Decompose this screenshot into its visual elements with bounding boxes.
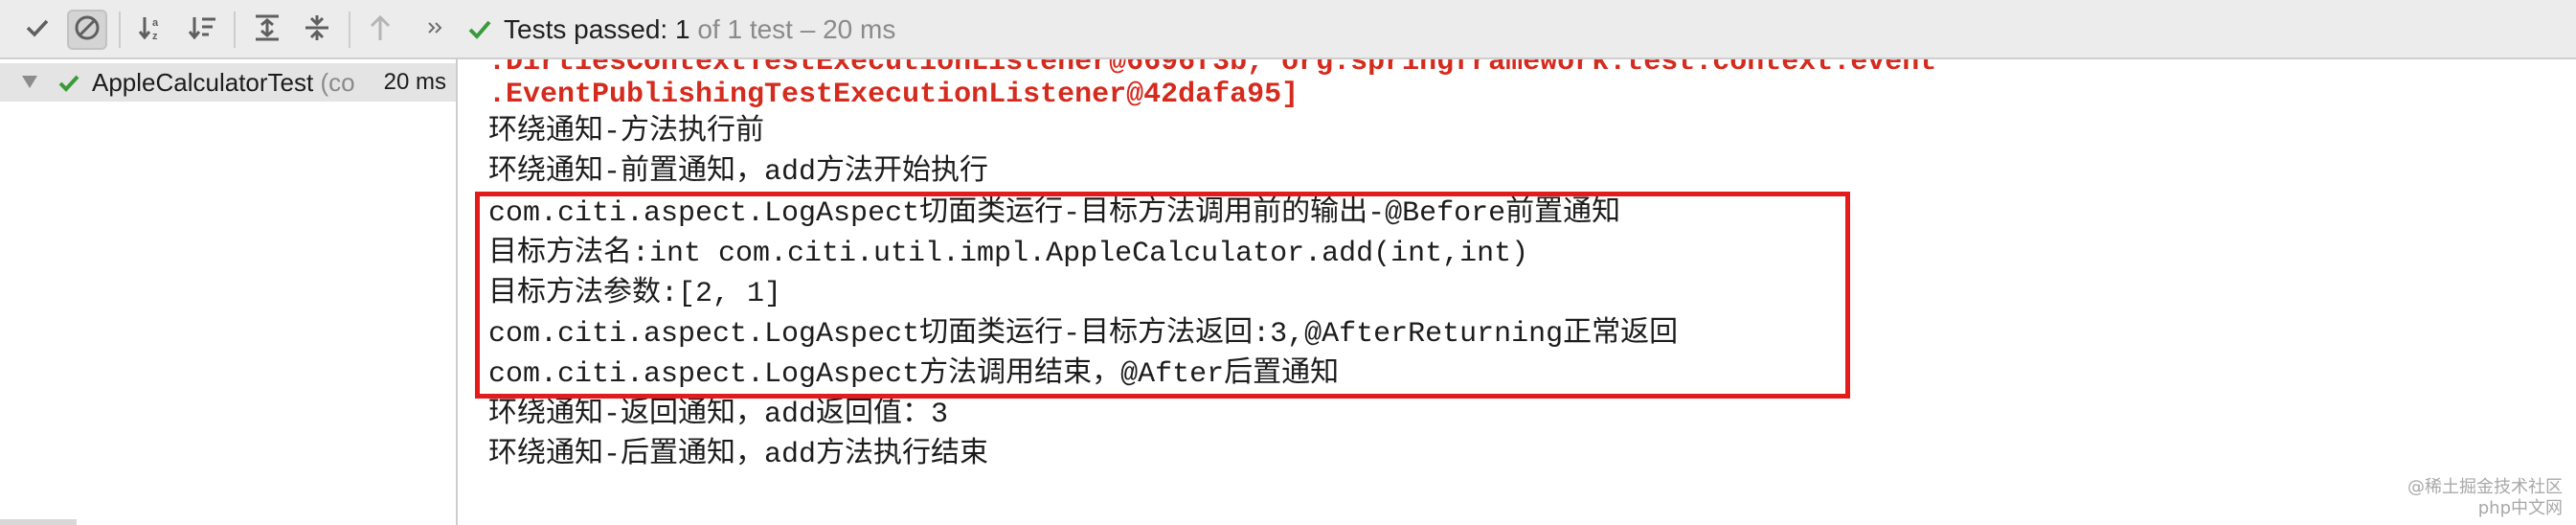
show-ignored-button[interactable] — [67, 10, 107, 50]
scrollbar[interactable] — [0, 519, 77, 525]
show-passed-button[interactable] — [17, 10, 57, 50]
watermark: @稀土掘金技术社区 php中文网 — [2407, 477, 2563, 519]
show-passed-icon — [24, 14, 51, 46]
sort-alphabetically-icon: az — [137, 13, 168, 47]
status-dash: – — [800, 14, 816, 44]
console-line: .EventPublishingTestExecutionListener@42… — [488, 79, 1299, 111]
console-output: .DirtiesContextTestExecutionListener@669… — [460, 59, 2576, 525]
test-duration: 20 ms — [375, 63, 446, 102]
console-line: 环绕通知-方法执行前 — [488, 116, 765, 148]
previous-failed-button[interactable] — [360, 10, 400, 50]
test-tree-panel: AppleCalculatorTest (co 20 ms — [0, 59, 458, 525]
console-line: 环绕通知-后置通知，add方法执行结束 — [488, 439, 989, 471]
console-line: 环绕通知-返回通知，add返回值：3 — [488, 399, 949, 431]
toolbar-separator — [234, 11, 236, 48]
test-class-label: AppleCalculatorTest — [92, 68, 314, 97]
show-ignored-icon — [73, 13, 102, 47]
collapse-all-button[interactable] — [297, 10, 337, 50]
highlight-box — [475, 192, 1850, 399]
more-actions-button[interactable] — [419, 10, 452, 50]
toolbar-separator — [349, 11, 350, 48]
status-label: Tests passed: — [504, 14, 668, 44]
status-total: of 1 test — [697, 14, 793, 44]
test-class-hint: (co — [320, 68, 355, 97]
svg-text:z: z — [152, 31, 158, 42]
svg-text:a: a — [152, 17, 159, 29]
toolbar-separator — [119, 11, 121, 48]
watermark-line: @稀土掘金技术社区 — [2407, 477, 2563, 497]
double-chevron-right-icon — [427, 19, 444, 41]
check-icon — [57, 72, 80, 100]
check-icon — [467, 17, 492, 42]
expand-triangle-icon[interactable] — [21, 75, 38, 95]
console-line: 环绕通知-前置通知，add方法开始执行 — [488, 156, 989, 189]
test-runner-toolbar: az Tests passed: 1 of 1 test – 20 ms — [0, 0, 2576, 59]
status-time: 20 ms — [823, 14, 896, 44]
sort-by-duration-icon — [187, 13, 217, 47]
expand-all-icon — [253, 13, 282, 47]
expand-all-button[interactable] — [247, 10, 287, 50]
watermark-line: php中文网 — [2477, 498, 2563, 518]
up-arrow-icon — [367, 13, 394, 47]
test-class-name: AppleCalculatorTest (co — [92, 63, 379, 102]
test-tree-row[interactable]: AppleCalculatorTest (co 20 ms — [0, 63, 456, 102]
sort-alphabetically-button[interactable]: az — [132, 10, 172, 50]
collapse-all-icon — [303, 13, 331, 47]
status-count: 1 — [674, 14, 690, 44]
test-status: Tests passed: 1 of 1 test – 20 ms — [467, 0, 895, 59]
sort-by-duration-button[interactable] — [182, 10, 222, 50]
